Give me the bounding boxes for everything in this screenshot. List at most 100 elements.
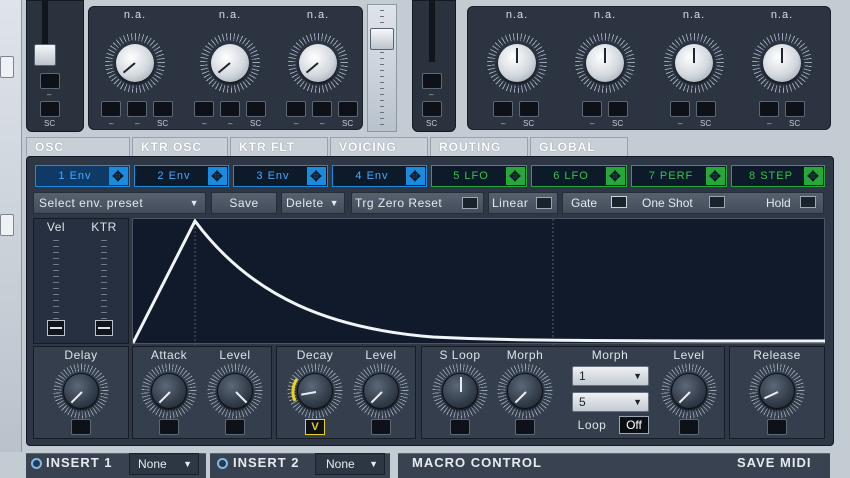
loop-level-mod-box[interactable] [679, 419, 699, 435]
morph-select-1[interactable]: 1 ▼ [572, 366, 649, 386]
top-box-9[interactable] [338, 101, 358, 117]
top-dash-5: – [294, 119, 299, 128]
insert1-select[interactable]: None ▼ [129, 453, 199, 475]
select-env-preset-dropdown[interactable]: Select env. preset ▼ [33, 192, 206, 214]
tab-ktr-flt[interactable]: KTR FLT [230, 137, 328, 156]
save-button[interactable]: Save [211, 192, 277, 214]
top-knob-2[interactable] [200, 33, 260, 93]
knob-label-na-3: n.a. [306, 9, 330, 21]
gate-checkbox[interactable] [611, 196, 627, 208]
tab-routing[interactable]: ROUTING [430, 137, 528, 156]
top-box-7[interactable] [286, 101, 306, 117]
release-knob[interactable] [749, 363, 805, 419]
tab-voicing[interactable]: VOICING [330, 137, 428, 156]
trg-checkbox[interactable] [462, 197, 478, 209]
top-r-box-2[interactable] [519, 101, 539, 117]
hold-checkbox[interactable] [800, 196, 816, 208]
top-r-box-5[interactable] [670, 101, 690, 117]
tab-ktr-osc[interactable]: KTR OSC [132, 137, 228, 156]
delay-knob[interactable] [53, 363, 109, 419]
move-icon[interactable]: ✥ [606, 167, 625, 185]
top-left-box-2[interactable] [40, 101, 60, 117]
top-mid-box-1[interactable] [422, 73, 442, 89]
move-icon[interactable]: ✥ [109, 167, 128, 185]
decay-level-mod-box[interactable] [371, 419, 391, 435]
knob-cap [116, 44, 154, 82]
attack-mod-box[interactable] [159, 419, 179, 435]
top-box-3[interactable] [153, 101, 173, 117]
linear-toggle[interactable]: Linear [488, 192, 558, 214]
top-box-6[interactable] [246, 101, 266, 117]
decay-mod-box-v[interactable]: V [305, 419, 325, 435]
middle-slider-handle[interactable] [370, 28, 394, 50]
env-tab-2[interactable]: 2 Env ✥ [134, 165, 229, 187]
env-tab-6[interactable]: 6 LFO ✥ [531, 165, 627, 187]
insert2-value: None [326, 457, 355, 471]
top-mid-box-2[interactable] [422, 101, 442, 117]
save-midi-button[interactable]: SAVE MIDI [737, 455, 812, 470]
env-tab-8-label: 8 STEP [749, 170, 793, 182]
move-icon[interactable]: ✥ [208, 167, 227, 185]
insert1-led-icon[interactable] [31, 458, 42, 469]
top-sc-3: SC [342, 119, 354, 128]
tab-global[interactable]: GLOBAL [530, 137, 628, 156]
top-knob-1[interactable] [105, 33, 165, 93]
oneshot-checkbox[interactable] [709, 196, 725, 208]
top-knob-3[interactable] [288, 33, 348, 93]
top-r-box-4[interactable] [608, 101, 628, 117]
delete-dropdown[interactable]: Delete ▼ [281, 192, 345, 214]
env-tab-5[interactable]: 5 LFO ✥ [431, 165, 527, 187]
top-r-box-1[interactable] [493, 101, 513, 117]
move-icon[interactable]: ✥ [706, 167, 725, 185]
top-knob-4[interactable] [487, 33, 547, 93]
move-icon[interactable]: ✥ [506, 167, 525, 185]
top-box-8[interactable] [312, 101, 332, 117]
trg-zero-reset-toggle[interactable]: Trg Zero Reset [351, 192, 484, 214]
top-box-4[interactable] [194, 101, 214, 117]
top-r-box-6[interactable] [696, 101, 716, 117]
top-knob-7[interactable] [752, 33, 812, 93]
loop-value-button[interactable]: Off [619, 416, 649, 434]
top-r-box-8[interactable] [785, 101, 805, 117]
move-icon[interactable]: ✥ [406, 167, 425, 185]
top-left-box-1[interactable] [40, 73, 60, 89]
env-tab-4[interactable]: 4 Env ✥ [332, 165, 427, 187]
move-icon[interactable]: ✥ [307, 167, 326, 185]
vel-slider-handle[interactable] [47, 320, 65, 336]
linear-checkbox[interactable] [536, 197, 552, 209]
morph-select-2[interactable]: 5 ▼ [572, 392, 649, 412]
morph-knob[interactable] [497, 363, 553, 419]
env-tab-1[interactable]: 1 Env ✥ [35, 165, 130, 187]
left-edge-handle[interactable] [0, 56, 14, 78]
top-knob-6[interactable] [664, 33, 724, 93]
top-knob-5[interactable] [575, 33, 635, 93]
env-tab-7[interactable]: 7 PERF ✥ [631, 165, 727, 187]
top-box-2[interactable] [127, 101, 147, 117]
insert2-led-icon[interactable] [217, 458, 228, 469]
top-r-box-3[interactable] [582, 101, 602, 117]
sloop-mod-box[interactable] [450, 419, 470, 435]
tab-osc[interactable]: OSC [26, 137, 130, 156]
morph-mod-box[interactable] [515, 419, 535, 435]
top-box-5[interactable] [220, 101, 240, 117]
attack-knob[interactable] [141, 363, 197, 419]
sloop-knob[interactable] [432, 363, 488, 419]
release-mod-box[interactable] [767, 419, 787, 435]
decay-level-knob[interactable] [353, 363, 409, 419]
left-edge-handle-2[interactable] [0, 214, 14, 236]
move-icon[interactable]: ✥ [804, 167, 823, 185]
delay-mod-box[interactable] [71, 419, 91, 435]
envelope-display[interactable] [132, 218, 826, 345]
top-box-1[interactable] [101, 101, 121, 117]
env-tab-1-label: 1 Env [58, 170, 92, 182]
top-left-sc: SC [44, 119, 56, 128]
env-tab-3[interactable]: 3 Env ✥ [233, 165, 328, 187]
attack-level-mod-box[interactable] [225, 419, 245, 435]
ktr-slider-handle[interactable] [95, 320, 113, 336]
insert2-select[interactable]: None ▼ [315, 453, 385, 475]
top-left-slider-handle[interactable] [34, 44, 56, 66]
env-tab-8[interactable]: 8 STEP ✥ [731, 165, 825, 187]
top-r-box-7[interactable] [759, 101, 779, 117]
loop-level-knob[interactable] [661, 363, 717, 419]
attack-level-knob[interactable] [207, 363, 263, 419]
